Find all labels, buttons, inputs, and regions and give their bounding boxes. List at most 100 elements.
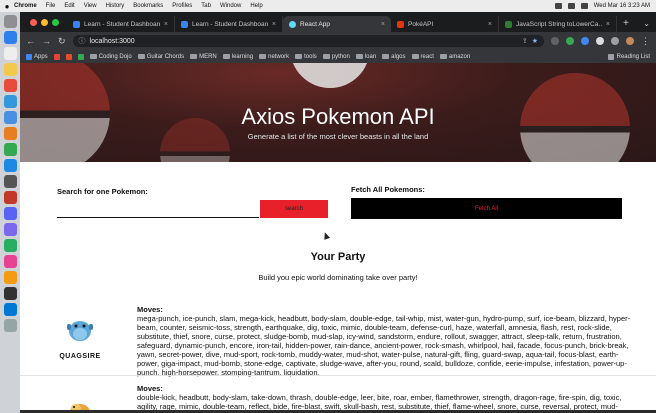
bookmark-loan[interactable]: loan bbox=[355, 54, 376, 60]
tab-search-icon[interactable]: ⌄ bbox=[637, 19, 656, 32]
zoom-window-button[interactable] bbox=[52, 19, 59, 26]
bookmark-coding-dojo[interactable]: Coding Dojo bbox=[89, 54, 132, 60]
sketch-icon[interactable] bbox=[3, 271, 17, 284]
vscode-insiders-icon[interactable] bbox=[3, 303, 17, 316]
address-bar[interactable]: ⓘ localhost:3000 ⇪ ★ bbox=[72, 35, 544, 47]
search-input[interactable] bbox=[57, 203, 259, 218]
bookmark-apps[interactable]: Apps bbox=[26, 53, 48, 60]
chrome-icon[interactable] bbox=[3, 143, 17, 156]
tab-learn-dashboard-1[interactable]: Learn - Student Dashboard × bbox=[67, 16, 175, 32]
wifi-icon[interactable] bbox=[554, 3, 562, 9]
battery-icon[interactable] bbox=[567, 3, 575, 9]
fetch-all-button[interactable]: Fetch All bbox=[351, 198, 622, 219]
apps-grid-icon bbox=[26, 53, 32, 60]
address-url[interactable]: localhost:3000 bbox=[90, 38, 135, 45]
menu-tab[interactable]: Tab bbox=[201, 3, 211, 9]
extensions-puzzle-icon[interactable] bbox=[611, 37, 619, 45]
reading-list-icon bbox=[607, 53, 614, 60]
mail-icon[interactable] bbox=[3, 95, 17, 108]
calendar-icon[interactable] bbox=[3, 63, 17, 76]
filezilla-icon[interactable] bbox=[3, 191, 17, 204]
extension-icon[interactable] bbox=[566, 37, 574, 45]
tab-close-icon[interactable]: × bbox=[381, 21, 385, 28]
bookmark-star-icon[interactable]: ★ bbox=[532, 37, 538, 45]
menu-kebab-icon[interactable]: ⋮ bbox=[641, 36, 650, 47]
extension-icon[interactable] bbox=[581, 37, 589, 45]
photos-icon[interactable] bbox=[3, 255, 17, 268]
bookmark-mern[interactable]: MERN bbox=[190, 54, 217, 60]
tab-close-icon[interactable]: × bbox=[606, 21, 610, 28]
extension-icon[interactable] bbox=[551, 37, 559, 45]
vscode-icon[interactable] bbox=[3, 159, 17, 172]
site-info-icon[interactable]: ⓘ bbox=[79, 36, 86, 46]
safari-icon[interactable] bbox=[3, 111, 17, 124]
bookmark-amazon[interactable]: amazon bbox=[439, 54, 470, 60]
bookmark-label: algos bbox=[391, 53, 406, 60]
notes-icon[interactable] bbox=[3, 47, 17, 60]
menu-clock[interactable]: Wed Mar 16 3:23 AM bbox=[594, 3, 650, 9]
minimize-window-button[interactable] bbox=[41, 19, 48, 26]
apple-menu-icon[interactable]: ● bbox=[0, 2, 14, 11]
folder-icon bbox=[355, 54, 363, 59]
tab-react-app[interactable]: React App × bbox=[283, 16, 391, 32]
bookmark-python[interactable]: python bbox=[322, 54, 350, 60]
finder-icon[interactable] bbox=[3, 15, 17, 28]
tab-close-icon[interactable]: × bbox=[272, 21, 276, 28]
menu-profiles[interactable]: Profiles bbox=[172, 3, 192, 9]
maps-bookmark-icon[interactable] bbox=[77, 53, 84, 60]
share-icon[interactable]: ⇪ bbox=[522, 37, 528, 45]
terminal-icon[interactable] bbox=[3, 175, 17, 188]
back-icon[interactable]: ← bbox=[26, 36, 35, 46]
messages-icon[interactable] bbox=[3, 239, 17, 252]
zoom-icon[interactable] bbox=[3, 223, 17, 236]
menu-view[interactable]: View bbox=[84, 3, 97, 9]
folder-icon bbox=[222, 54, 230, 59]
tab-pokeapi[interactable]: PokéAPI × bbox=[391, 16, 499, 32]
bookmark-guitar-chords[interactable]: Guitar Chords bbox=[137, 54, 184, 60]
new-tab-button[interactable]: + bbox=[617, 18, 635, 32]
menu-edit[interactable]: Edit bbox=[64, 3, 74, 9]
menu-help[interactable]: Help bbox=[250, 3, 262, 9]
youtube-bookmark-icon[interactable] bbox=[65, 53, 72, 60]
search-icon[interactable] bbox=[580, 3, 588, 9]
bookmark-label: tools bbox=[304, 53, 317, 60]
dock bbox=[0, 12, 20, 413]
reload-icon[interactable]: ↻ bbox=[58, 36, 66, 47]
tab-close-icon[interactable]: × bbox=[164, 21, 168, 28]
macos-menu-bar: ● Chrome File Edit View History Bookmark… bbox=[0, 0, 656, 12]
menu-app-name[interactable]: Chrome bbox=[14, 3, 37, 9]
tab-close-icon[interactable]: × bbox=[488, 21, 492, 28]
bookmark-tools[interactable]: tools bbox=[295, 54, 317, 60]
moves-list: double-kick, headbutt, body-slam, take-d… bbox=[137, 393, 622, 410]
search-button[interactable]: search bbox=[260, 200, 328, 218]
menu-history[interactable]: History bbox=[106, 3, 125, 9]
tab-label: JavaScript String toLowerCa… bbox=[516, 20, 602, 28]
menu-window[interactable]: Window bbox=[220, 3, 241, 9]
menu-file[interactable]: File bbox=[46, 3, 56, 9]
bookmark-network[interactable]: network bbox=[259, 54, 289, 60]
bookmark-label: Apps bbox=[34, 53, 48, 60]
bookmark-algos[interactable]: algos bbox=[382, 53, 406, 60]
tab-learn-dashboard-2[interactable]: Learn - Student Dashboard × bbox=[175, 16, 283, 32]
close-window-button[interactable] bbox=[30, 19, 37, 26]
pokeapi-favicon-icon bbox=[397, 20, 404, 28]
tab-label: PokéAPI bbox=[408, 20, 434, 28]
tab-js-tolowercase[interactable]: JavaScript String toLowerCa… × bbox=[499, 16, 617, 32]
firefox-icon[interactable] bbox=[3, 127, 17, 140]
bookmark-react[interactable]: react bbox=[411, 54, 434, 60]
extension-icon[interactable] bbox=[596, 37, 604, 45]
trash-icon[interactable] bbox=[3, 319, 17, 332]
bookmark-learning[interactable]: learning bbox=[222, 54, 253, 60]
page-title: Axios Pokemon API bbox=[241, 104, 435, 129]
gmail-bookmark-icon[interactable] bbox=[53, 53, 60, 60]
console-icon[interactable] bbox=[3, 287, 17, 300]
reading-list-button[interactable]: Reading List bbox=[607, 53, 650, 60]
bookmark-label: network bbox=[268, 53, 290, 60]
music-icon[interactable] bbox=[3, 79, 17, 92]
forward-icon[interactable]: → bbox=[42, 36, 51, 46]
menu-bookmarks[interactable]: Bookmarks bbox=[133, 3, 163, 9]
profile-avatar-icon[interactable] bbox=[626, 37, 634, 45]
pokemon-name: QUAGSIRE bbox=[59, 353, 101, 360]
app-store-icon[interactable] bbox=[3, 31, 17, 44]
discord-icon[interactable] bbox=[3, 207, 17, 220]
